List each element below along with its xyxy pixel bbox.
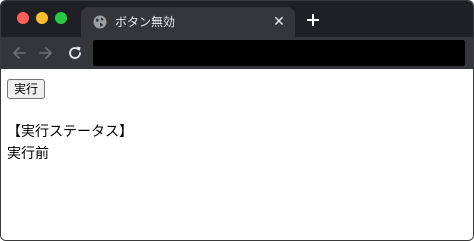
close-icon[interactable]: ✕ (271, 14, 287, 30)
close-window-button[interactable] (17, 12, 29, 24)
minimize-window-button[interactable] (36, 12, 48, 24)
tab-title: ボタン無効 (115, 15, 176, 29)
browser-tab[interactable]: ボタン無効 ✕ (81, 7, 295, 37)
new-tab-icon[interactable] (303, 10, 323, 30)
status-value: 実行前 (7, 146, 49, 162)
arrow-right-icon[interactable] (37, 44, 55, 62)
status-heading: 【実行ステータス】 (7, 124, 133, 140)
browser-toolbar (1, 37, 473, 69)
title-bar: ボタン無効 ✕ (1, 1, 473, 37)
run-button[interactable]: 実行 (7, 79, 46, 99)
page-content: 実行 【実行ステータス】 実行前 (1, 69, 473, 240)
arrow-left-icon[interactable] (10, 44, 28, 62)
reload-icon[interactable] (66, 44, 84, 62)
maximize-window-button[interactable] (55, 12, 67, 24)
globe-icon (93, 15, 107, 29)
address-bar[interactable] (93, 40, 465, 66)
browser-window: ボタン無効 ✕ 実行 【実行ステータス】 実行前 (0, 0, 474, 241)
